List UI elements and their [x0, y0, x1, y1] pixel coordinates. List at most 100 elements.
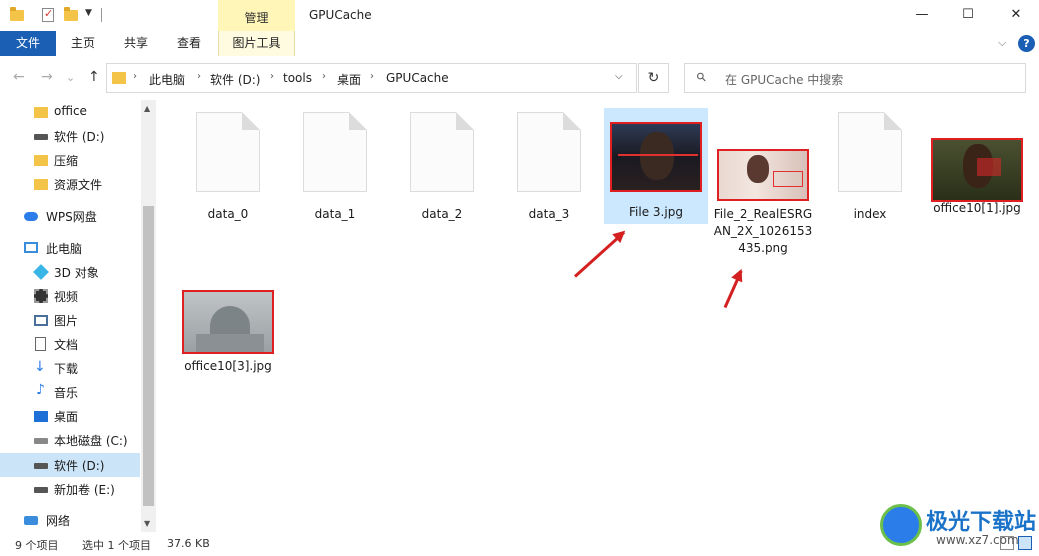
scroll-up-icon[interactable]: ▲	[144, 104, 150, 113]
network-icon	[24, 516, 38, 525]
tab-home[interactable]: 主页	[60, 31, 106, 56]
chevron-right-icon[interactable]: ›	[133, 71, 137, 82]
thumbnail-face	[747, 155, 769, 183]
file-item[interactable]: data_2	[390, 112, 494, 223]
chevron-right-icon[interactable]: ›	[370, 71, 374, 82]
generic-file-icon	[196, 112, 260, 192]
navigation-bar: ← → ⌄ ↑ › 此电脑 › 软件 (D:) › tools › 桌面 › G…	[0, 56, 1039, 100]
sidebar-item-label: 新加卷 (E:)	[54, 483, 115, 497]
breadcrumb-item[interactable]: tools	[283, 71, 312, 85]
minimize-button[interactable]: —	[899, 0, 945, 31]
tab-file[interactable]: 文件	[0, 31, 56, 56]
window-title: GPUCache	[309, 8, 372, 22]
sidebar-item-drive-d[interactable]: 软件 (D:)	[0, 124, 140, 148]
tab-view[interactable]: 查看	[166, 31, 212, 56]
file-name: index	[853, 207, 887, 221]
sidebar-item-office[interactable]: office	[0, 100, 140, 124]
quick-access-dropdown-icon[interactable]: ▼	[85, 8, 92, 18]
close-button[interactable]: ✕	[993, 0, 1039, 31]
cube-icon	[33, 264, 49, 280]
search-input[interactable]: ⚲ 在 GPUCache 中搜索	[684, 63, 1026, 93]
file-item-selected[interactable]: File 3.jpg	[604, 108, 708, 224]
maximize-button[interactable]: ☐	[945, 0, 991, 31]
new-folder-icon[interactable]	[63, 7, 79, 23]
sidebar-item-this-pc[interactable]: 此电脑	[0, 236, 140, 260]
sidebar-item-compress[interactable]: 压缩	[0, 148, 140, 172]
file-item[interactable]: File_2_RealESRGAN_2X_1026153435.png	[711, 112, 815, 257]
sidebar-item-downloads[interactable]: ↓ 下载	[0, 356, 140, 380]
file-item[interactable]: office10[1].jpg	[925, 112, 1029, 217]
sidebar-item-desktop[interactable]: 桌面	[0, 404, 140, 428]
drive-icon	[34, 487, 48, 493]
file-item[interactable]: data_3	[497, 112, 601, 223]
help-icon[interactable]: ?	[1018, 35, 1035, 52]
file-name: File_2_RealESRGAN_2X_1026153435.png	[713, 207, 813, 255]
sidebar-item-resources[interactable]: 资源文件	[0, 172, 140, 196]
file-item[interactable]: index	[818, 112, 922, 223]
folder-icon[interactable]	[9, 7, 25, 23]
chevron-right-icon[interactable]: ›	[197, 71, 201, 82]
document-icon	[35, 337, 46, 351]
sidebar-item-label: 资源文件	[54, 178, 103, 192]
breadcrumb-item[interactable]: 软件 (D:)	[210, 71, 260, 88]
video-icon	[34, 289, 48, 303]
breadcrumb-item[interactable]: GPUCache	[386, 71, 449, 85]
file-item[interactable]: data_1	[283, 112, 387, 223]
tab-share[interactable]: 共享	[113, 31, 159, 56]
breadcrumb-item[interactable]: 此电脑	[149, 71, 185, 88]
address-bar[interactable]: › 此电脑 › 软件 (D:) › tools › 桌面 › GPUCache …	[106, 63, 637, 93]
sidebar-item-label: 压缩	[54, 154, 79, 168]
properties-icon[interactable]	[40, 7, 56, 23]
back-button[interactable]: ←	[13, 69, 25, 85]
folder-icon	[34, 179, 48, 190]
sidebar-item-pictures[interactable]: 图片	[0, 308, 140, 332]
navigation-pane: office 软件 (D:) 压缩 资源文件 WPS网盘 此电脑 3D 对象 视…	[0, 100, 156, 532]
file-name: data_1	[314, 207, 356, 221]
ribbon-expand-icon[interactable]: ⌵	[998, 36, 1006, 50]
selection-count: 选中 1 个项目	[82, 539, 151, 552]
file-item[interactable]: office10[3].jpg	[176, 290, 280, 375]
drive-icon	[34, 463, 48, 469]
chevron-right-icon[interactable]: ›	[322, 71, 326, 82]
thumbnail-overlay	[977, 158, 1001, 176]
scrollbar-thumb[interactable]	[143, 206, 154, 506]
file-name: data_3	[528, 207, 570, 221]
sidebar-item-documents[interactable]: 文档	[0, 332, 140, 356]
sidebar-item-videos[interactable]: 视频	[0, 284, 140, 308]
file-item[interactable]: data_0	[176, 112, 280, 223]
sidebar-item-drive-e[interactable]: 新加卷 (E:)	[0, 477, 140, 501]
sidebar-item-label: 视频	[54, 290, 79, 304]
sidebar-item-wps-cloud[interactable]: WPS网盘	[0, 204, 140, 228]
item-count: 9 个项目	[15, 539, 59, 552]
context-tab-group: 管理	[218, 0, 295, 31]
sidebar-item-3d-objects[interactable]: 3D 对象	[0, 260, 140, 284]
sidebar-item-music[interactable]: ♪ 音乐	[0, 380, 140, 404]
folder-icon	[34, 155, 48, 166]
watermark-brand: 极光下载站	[926, 510, 1037, 535]
thumbnail-building	[196, 334, 264, 352]
chevron-right-icon[interactable]: ›	[270, 71, 274, 82]
tab-picture-tools[interactable]: 图片工具	[218, 31, 295, 56]
annotation-arrow	[723, 270, 743, 309]
scroll-down-icon[interactable]: ▼	[144, 519, 150, 528]
context-group-label: 管理	[244, 11, 269, 25]
image-thumbnail	[182, 290, 274, 354]
generic-file-icon	[410, 112, 474, 192]
recent-locations-icon[interactable]: ⌄	[66, 71, 75, 84]
sidebar-item-network[interactable]: 网络	[0, 508, 140, 532]
sidebar-scrollbar[interactable]: ▲ ▼	[141, 100, 156, 532]
sidebar-item-drive-c[interactable]: 本地磁盘 (C:)	[0, 428, 140, 452]
up-button[interactable]: ↑	[88, 69, 100, 85]
breadcrumb-item[interactable]: 桌面	[337, 71, 361, 88]
desktop-icon	[34, 411, 48, 422]
refresh-button[interactable]: ↻	[638, 63, 669, 93]
cloud-icon	[24, 212, 38, 221]
pc-icon	[24, 242, 38, 253]
address-dropdown-icon[interactable]: ⌵	[615, 71, 623, 82]
watermark: 极光下载站 www.xz7.com	[880, 502, 1037, 552]
forward-button[interactable]: →	[41, 69, 53, 85]
file-name: office10[3].jpg	[184, 359, 272, 373]
thumbnail-overlay	[773, 171, 803, 187]
sidebar-item-drive-d-selected[interactable]: 软件 (D:)	[0, 453, 140, 477]
sidebar-item-label: 软件 (D:)	[54, 130, 105, 144]
